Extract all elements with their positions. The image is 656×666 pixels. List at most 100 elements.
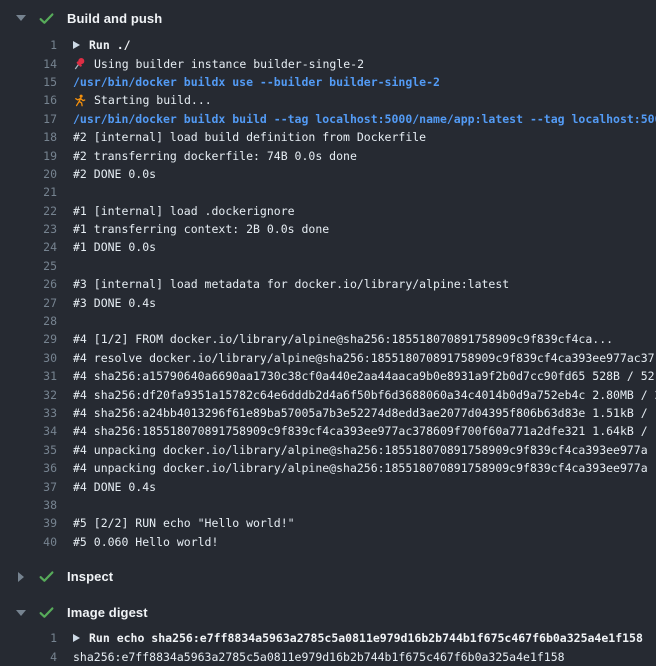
- log-line: 17 /usr/bin/docker buildx build --tag lo…: [0, 110, 656, 128]
- line-content: #4 sha256:a15790640a6690aa1730c38cf0a440…: [73, 369, 656, 383]
- line-number[interactable]: 17: [0, 112, 57, 126]
- line-number[interactable]: 36: [0, 461, 57, 475]
- line-number[interactable]: 27: [0, 296, 57, 310]
- line-content: #3 DONE 0.4s: [73, 296, 656, 310]
- log-section-inspect: Inspect: [0, 559, 656, 595]
- line-text: #4 sha256:a24bb4013296f61e89ba57005a7b3e…: [73, 406, 656, 420]
- line-content: Starting build...: [73, 93, 656, 107]
- line-number[interactable]: 31: [0, 369, 57, 383]
- line-number[interactable]: 21: [0, 185, 57, 199]
- play-icon: [73, 41, 80, 49]
- line-number[interactable]: 37: [0, 480, 57, 494]
- log-line: 25: [0, 257, 656, 275]
- line-number[interactable]: 23: [0, 222, 57, 236]
- line-content: #2 [internal] load build definition from…: [73, 130, 656, 144]
- section-header[interactable]: Build and push: [0, 0, 656, 36]
- line-content: #2 transferring dockerfile: 74B 0.0s don…: [73, 149, 656, 163]
- log-line: 23 #1 transferring context: 2B 0.0s done: [0, 220, 656, 238]
- section-lines: 1 Run ./ 14 Using builder instance build…: [0, 36, 656, 551]
- log-line: 16 Starting build...: [0, 91, 656, 109]
- line-content[interactable]: Run ./: [73, 38, 656, 52]
- line-text: #4 sha256:a15790640a6690aa1730c38cf0a440…: [73, 369, 655, 383]
- line-content: /usr/bin/docker buildx use --builder bui…: [73, 75, 656, 89]
- line-content: #4 DONE 0.4s: [73, 480, 656, 494]
- log-line: 1 Run echo sha256:e7ff8834a5963a2785c5a0…: [0, 629, 656, 647]
- log-line: 22 #1 [internal] load .dockerignore: [0, 202, 656, 220]
- line-text: #5 [2/2] RUN echo "Hello world!": [73, 516, 295, 530]
- line-content: #4 [1/2] FROM docker.io/library/alpine@s…: [73, 332, 656, 346]
- line-number[interactable]: 34: [0, 424, 57, 438]
- line-text: #3 [internal] load metadata for docker.i…: [73, 277, 509, 291]
- line-text: #4 [1/2] FROM docker.io/library/alpine@s…: [73, 332, 613, 346]
- line-number[interactable]: 20: [0, 167, 57, 181]
- log-line: 15 /usr/bin/docker buildx use --builder …: [0, 73, 656, 91]
- chevron-right-icon: [18, 572, 24, 582]
- line-text: #5 0.060 Hello world!: [73, 535, 218, 549]
- line-content: #3 [internal] load metadata for docker.i…: [73, 277, 656, 291]
- log-line: 28: [0, 312, 656, 330]
- line-number[interactable]: 16: [0, 93, 57, 107]
- log-line: 21: [0, 183, 656, 201]
- line-content: #4 unpacking docker.io/library/alpine@sh…: [73, 461, 656, 475]
- line-number[interactable]: 15: [0, 75, 57, 89]
- log-line: 30 #4 resolve docker.io/library/alpine@s…: [0, 349, 656, 367]
- line-number[interactable]: 32: [0, 388, 57, 402]
- log-line: 37 #4 DONE 0.4s: [0, 477, 656, 495]
- line-number[interactable]: 18: [0, 130, 57, 144]
- section-lines: 1 Run echo sha256:e7ff8834a5963a2785c5a0…: [0, 629, 656, 666]
- line-text: Starting build...: [94, 93, 212, 107]
- log-line: 31 #4 sha256:a15790640a6690aa1730c38cf0a…: [0, 367, 656, 385]
- section-header[interactable]: Inspect: [0, 559, 656, 595]
- line-number[interactable]: 26: [0, 277, 57, 291]
- log-line: 39 #5 [2/2] RUN echo "Hello world!": [0, 514, 656, 532]
- line-content: #4 sha256:a24bb4013296f61e89ba57005a7b3e…: [73, 406, 656, 420]
- line-number[interactable]: 14: [0, 57, 57, 71]
- line-number[interactable]: 28: [0, 314, 57, 328]
- section-title: Inspect: [67, 569, 113, 584]
- line-number[interactable]: 39: [0, 516, 57, 530]
- chevron-down-icon: [16, 15, 26, 21]
- line-content: #4 sha256:185518070891758909c9f839cf4ca3…: [73, 424, 656, 438]
- runner-icon: [73, 94, 86, 107]
- line-number[interactable]: 1: [0, 631, 57, 645]
- log-line: 35 #4 unpacking docker.io/library/alpine…: [0, 441, 656, 459]
- log-line: 18 #2 [internal] load build definition f…: [0, 128, 656, 146]
- log-line: 4 sha256:e7ff8834a5963a2785c5a0811e979d1…: [0, 647, 656, 665]
- log-line: 27 #3 DONE 0.4s: [0, 293, 656, 311]
- line-number[interactable]: 19: [0, 149, 57, 163]
- log-line: 36 #4 unpacking docker.io/library/alpine…: [0, 459, 656, 477]
- line-number[interactable]: 38: [0, 498, 57, 512]
- line-text: #1 [internal] load .dockerignore: [73, 204, 295, 218]
- line-text: Using builder instance builder-single-2: [94, 57, 364, 71]
- section-title: Image digest: [67, 605, 148, 620]
- line-number[interactable]: 40: [0, 535, 57, 549]
- line-number[interactable]: 30: [0, 351, 57, 365]
- line-text: /usr/bin/docker buildx use --builder bui…: [73, 75, 440, 89]
- line-number[interactable]: 25: [0, 259, 57, 273]
- line-content: Using builder instance builder-single-2: [73, 57, 656, 71]
- line-number[interactable]: 1: [0, 38, 57, 52]
- line-text: Run echo sha256:e7ff8834a5963a2785c5a081…: [89, 631, 643, 645]
- line-text: #4 unpacking docker.io/library/alpine@sh…: [73, 461, 648, 475]
- line-number[interactable]: 29: [0, 332, 57, 346]
- line-number[interactable]: 35: [0, 443, 57, 457]
- line-number[interactable]: 22: [0, 204, 57, 218]
- line-number[interactable]: 33: [0, 406, 57, 420]
- line-text: Run ./: [89, 38, 131, 52]
- line-content: #1 transferring context: 2B 0.0s done: [73, 222, 656, 236]
- check-icon: [38, 568, 55, 585]
- line-number[interactable]: 24: [0, 240, 57, 254]
- log-line: 19 #2 transferring dockerfile: 74B 0.0s …: [0, 146, 656, 164]
- section-title: Build and push: [67, 11, 162, 26]
- line-text: #4 sha256:185518070891758909c9f839cf4ca3…: [73, 424, 656, 438]
- log-line: 1 Run ./: [0, 36, 656, 54]
- actions-log-viewer: Build and push 1 Run ./ 14 Using builder…: [0, 0, 656, 666]
- chevron-down-icon: [16, 610, 26, 616]
- section-header[interactable]: Image digest: [0, 597, 656, 629]
- line-number[interactable]: 4: [0, 650, 57, 664]
- line-content[interactable]: Run echo sha256:e7ff8834a5963a2785c5a081…: [73, 631, 656, 645]
- line-text: sha256:e7ff8834a5963a2785c5a0811e979d16b…: [73, 650, 565, 664]
- log-line: 40 #5 0.060 Hello world!: [0, 533, 656, 551]
- check-icon: [38, 604, 55, 621]
- line-content: #2 DONE 0.0s: [73, 167, 656, 181]
